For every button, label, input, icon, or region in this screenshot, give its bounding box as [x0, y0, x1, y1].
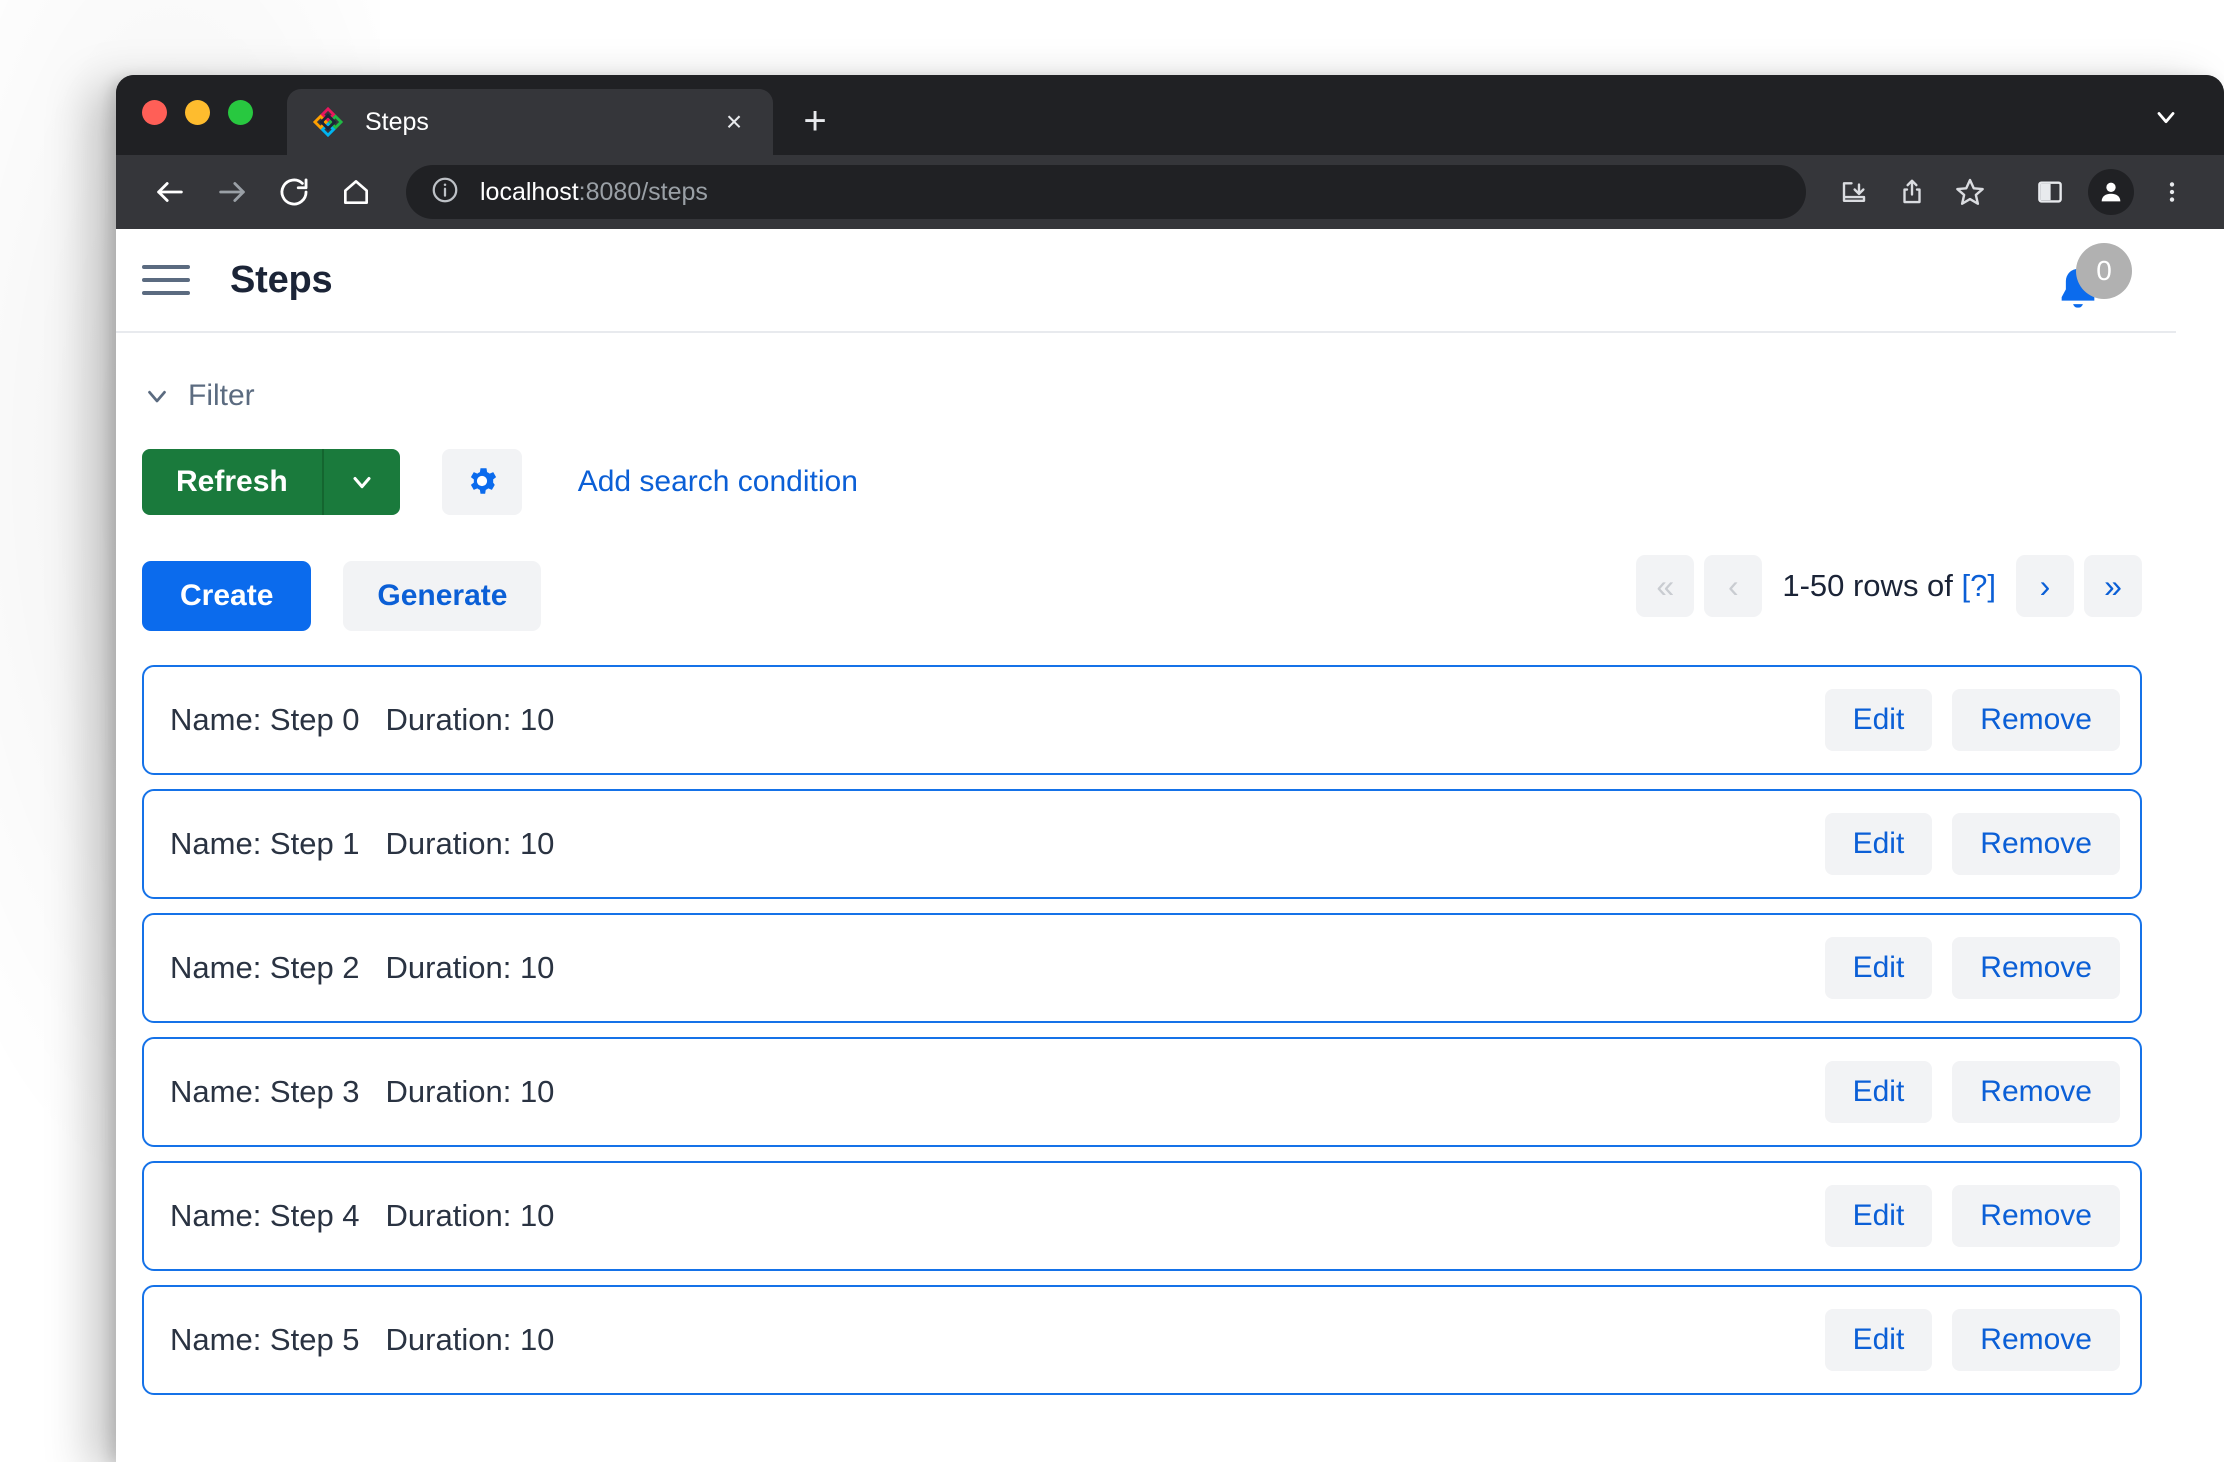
- filter-actions: Refresh Add search condition: [116, 413, 2176, 515]
- side-panel-icon[interactable]: [2024, 166, 2076, 218]
- row-name: Name: Step 0: [170, 702, 360, 737]
- gear-icon: [464, 463, 500, 502]
- tab-strip: Steps × +: [116, 75, 2224, 155]
- download-icon[interactable]: [1828, 166, 1880, 218]
- add-search-condition-link[interactable]: Add search condition: [578, 465, 858, 499]
- create-button[interactable]: Create: [142, 561, 311, 631]
- row-name: Name: Step 2: [170, 950, 360, 985]
- table-row[interactable]: Name: Step 3 Duration: 10 Edit Remove: [142, 1037, 2142, 1147]
- chevron-down-icon[interactable]: [142, 381, 172, 411]
- app-header: Steps 0: [116, 229, 2176, 333]
- browser-window: Steps × +: [116, 75, 2224, 1462]
- generate-button[interactable]: Generate: [343, 561, 541, 631]
- row-name: Name: Step 1: [170, 826, 360, 861]
- window-minimize-button[interactable]: [185, 100, 210, 125]
- info-circle-icon[interactable]: [430, 175, 460, 210]
- remove-button[interactable]: Remove: [1952, 813, 2120, 875]
- row-duration: Duration: 10: [386, 950, 555, 985]
- url-path: :8080/steps: [579, 178, 708, 206]
- pagination: « ‹ 1-50 rows of [?] › »: [1636, 555, 2142, 617]
- url-host: localhost: [480, 178, 579, 206]
- notification-area[interactable]: 0: [2044, 243, 2134, 323]
- list-actions: Create Generate « ‹ 1-50 rows of [?] › »: [116, 515, 2176, 631]
- url-text: localhost:8080/steps: [480, 178, 708, 207]
- row-label: Name: Step 4 Duration: 10: [170, 1198, 1805, 1234]
- last-page-button[interactable]: »: [2084, 555, 2142, 617]
- row-duration: Duration: 10: [386, 826, 555, 861]
- row-duration: Duration: 10: [386, 1074, 555, 1109]
- edit-button[interactable]: Edit: [1825, 1185, 1933, 1247]
- row-duration: Duration: 10: [386, 1198, 555, 1233]
- vaadin-diamond-icon: [313, 107, 343, 137]
- window-controls: [142, 75, 253, 155]
- edit-button[interactable]: Edit: [1825, 813, 1933, 875]
- refresh-options-chevron-down-icon[interactable]: [322, 449, 400, 515]
- row-duration: Duration: 10: [386, 1322, 555, 1357]
- remove-button[interactable]: Remove: [1952, 937, 2120, 999]
- home-icon[interactable]: [328, 164, 384, 220]
- table-row[interactable]: Name: Step 0 Duration: 10 Edit Remove: [142, 665, 2142, 775]
- pagination-total[interactable]: [?]: [1962, 568, 1996, 603]
- kebab-menu-icon[interactable]: [2146, 166, 2198, 218]
- reload-icon[interactable]: [266, 164, 322, 220]
- table-row[interactable]: Name: Step 1 Duration: 10 Edit Remove: [142, 789, 2142, 899]
- address-bar[interactable]: localhost:8080/steps: [406, 165, 1806, 219]
- first-page-button[interactable]: «: [1636, 555, 1694, 617]
- row-label: Name: Step 0 Duration: 10: [170, 702, 1805, 738]
- remove-button[interactable]: Remove: [1952, 1309, 2120, 1371]
- remove-button[interactable]: Remove: [1952, 689, 2120, 751]
- page-viewport: Steps 0 Fi: [116, 229, 2224, 1462]
- steps-list: Name: Step 0Duration: 10EditRemoveName: …: [116, 631, 2176, 1395]
- edit-button[interactable]: Edit: [1825, 689, 1933, 751]
- browser-toolbar: localhost:8080/steps: [116, 155, 2224, 229]
- profile-avatar[interactable]: [2088, 169, 2134, 215]
- prev-page-button[interactable]: ‹: [1704, 555, 1762, 617]
- row-label: Name: Step 5 Duration: 10: [170, 1322, 1805, 1358]
- row-name: Name: Step 4: [170, 1198, 360, 1233]
- remove-button[interactable]: Remove: [1952, 1185, 2120, 1247]
- share-icon[interactable]: [1886, 166, 1938, 218]
- page-title: Steps: [230, 259, 332, 302]
- table-row[interactable]: Name: Step 5 Duration: 10 Edit Remove: [142, 1285, 2142, 1395]
- edit-button[interactable]: Edit: [1825, 937, 1933, 999]
- pagination-summary: 1-50 rows of [?]: [1782, 568, 1996, 604]
- refresh-button[interactable]: Refresh: [142, 449, 322, 515]
- row-name: Name: Step 5: [170, 1322, 360, 1357]
- filter-label: Filter: [188, 379, 255, 413]
- row-label: Name: Step 1 Duration: 10: [170, 826, 1805, 862]
- edit-button[interactable]: Edit: [1825, 1309, 1933, 1371]
- arrow-left-icon[interactable]: [142, 164, 198, 220]
- new-tab-button[interactable]: +: [787, 93, 843, 149]
- settings-gear-button[interactable]: [442, 449, 522, 515]
- tab-title: Steps: [365, 108, 717, 137]
- remove-button[interactable]: Remove: [1952, 1061, 2120, 1123]
- next-page-button[interactable]: ›: [2016, 555, 2074, 617]
- hamburger-menu-icon[interactable]: [138, 252, 194, 308]
- row-label: Name: Step 2 Duration: 10: [170, 950, 1805, 986]
- table-row[interactable]: Name: Step 2 Duration: 10 Edit Remove: [142, 913, 2142, 1023]
- filter-toggle[interactable]: Filter: [116, 333, 2176, 413]
- window-close-button[interactable]: [142, 100, 167, 125]
- window-maximize-button[interactable]: [228, 100, 253, 125]
- row-label: Name: Step 3 Duration: 10: [170, 1074, 1805, 1110]
- pagination-range: 1-50 rows of: [1782, 568, 1961, 603]
- notification-count-badge: 0: [2076, 243, 2132, 299]
- row-name: Name: Step 3: [170, 1074, 360, 1109]
- edit-button[interactable]: Edit: [1825, 1061, 1933, 1123]
- table-row[interactable]: Name: Step 4 Duration: 10 Edit Remove: [142, 1161, 2142, 1271]
- close-icon[interactable]: ×: [717, 105, 751, 139]
- bookmark-star-icon[interactable]: [1944, 166, 1996, 218]
- arrow-right-icon[interactable]: [204, 164, 260, 220]
- row-duration: Duration: 10: [386, 702, 555, 737]
- browser-tab[interactable]: Steps ×: [287, 89, 773, 155]
- tab-search-chevron-down-icon[interactable]: [2144, 95, 2188, 139]
- page-content: Steps 0 Fi: [116, 229, 2176, 1462]
